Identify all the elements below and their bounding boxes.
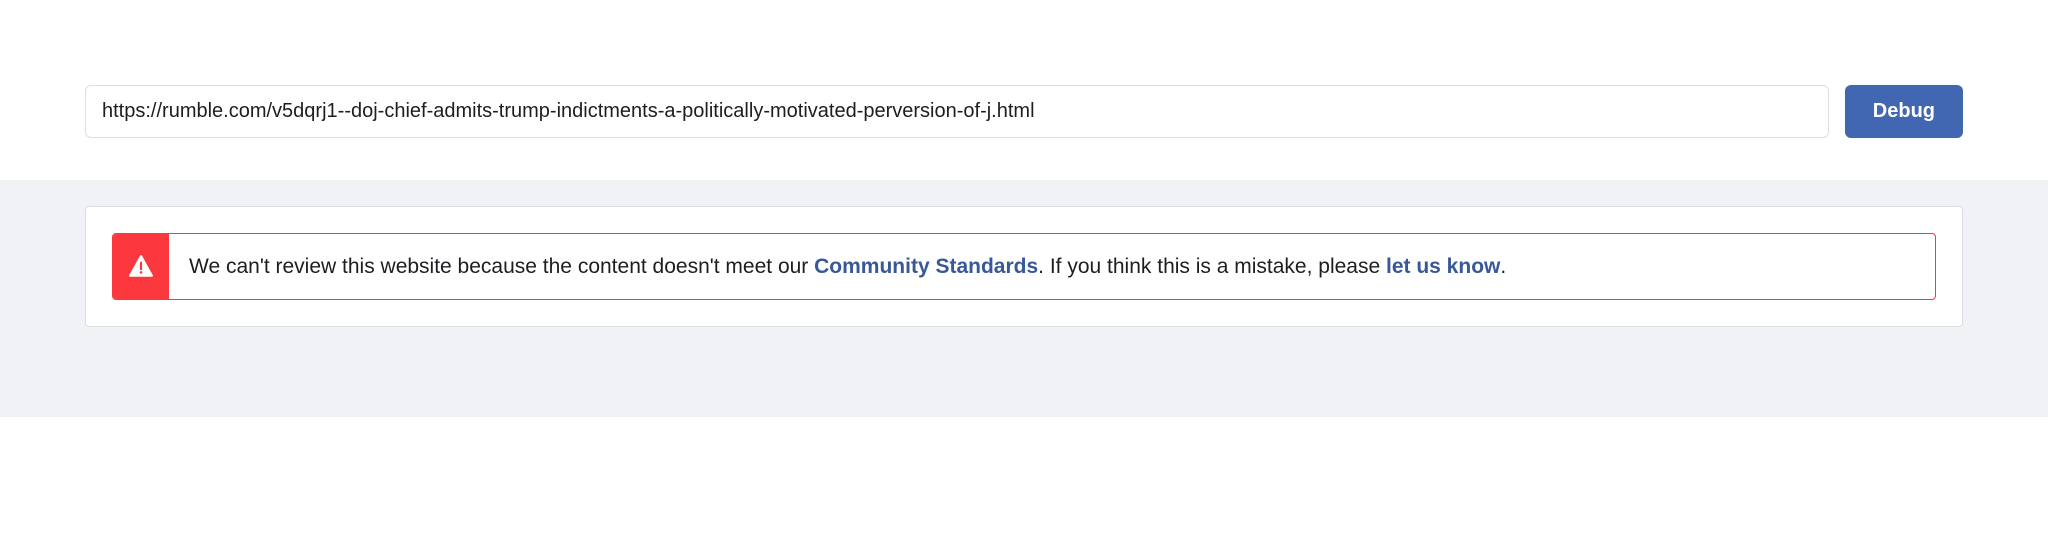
warning-icon: [128, 254, 154, 280]
content-area: We can't review this website because the…: [0, 180, 2048, 417]
debug-button[interactable]: Debug: [1845, 85, 1963, 138]
alert-icon-container: [113, 234, 169, 299]
community-standards-link[interactable]: Community Standards: [814, 255, 1038, 278]
let-us-know-link[interactable]: let us know: [1386, 255, 1500, 278]
alert-text-part1: We can't review this website because the…: [189, 255, 814, 278]
alert-card: We can't review this website because the…: [85, 206, 1963, 327]
alert-box: We can't review this website because the…: [112, 233, 1936, 300]
alert-text-part3: .: [1500, 255, 1506, 278]
alert-text-part2: . If you think this is a mistake, please: [1038, 255, 1386, 278]
url-input[interactable]: [85, 85, 1829, 138]
alert-message: We can't review this website because the…: [169, 234, 1526, 299]
input-bar: Debug: [0, 0, 2048, 180]
